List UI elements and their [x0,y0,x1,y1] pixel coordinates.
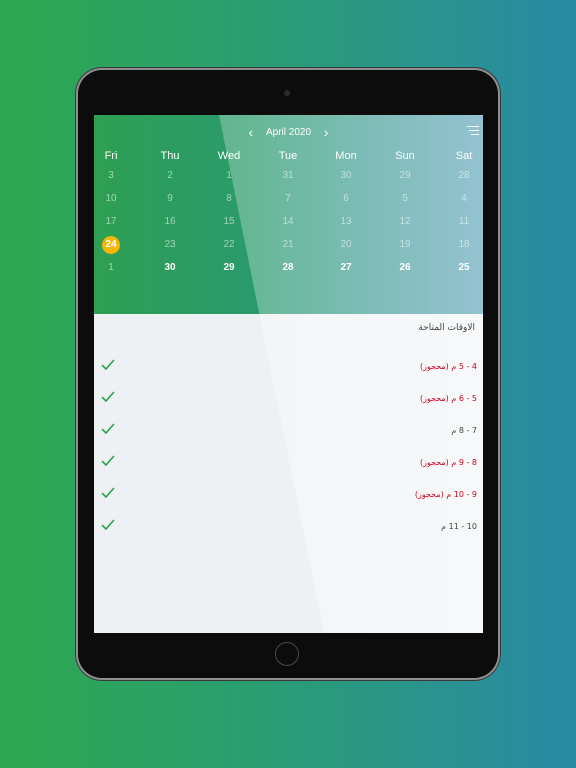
calendar-day[interactable]: 2 [150,167,190,185]
calendar-day[interactable]: 28 [444,167,483,185]
weekday-label: Fri [104,150,118,162]
calendar-day[interactable]: 20 [326,236,366,254]
time-slot-row[interactable]: 8 - 9 م (محجوز) [94,454,483,474]
calendar-day[interactable]: 11 [444,213,483,231]
checkmark-icon[interactable] [101,422,115,436]
calendar-day[interactable]: 14 [268,213,308,231]
time-slot-row[interactable]: 4 - 5 م (محجوز) [94,358,483,378]
calendar-day[interactable]: 5 [385,190,425,208]
checkmark-icon[interactable] [101,358,115,372]
time-slot-booked-label: 8 - 9 م (محجوز) [419,458,477,467]
today-badge: 24 [102,236,120,254]
weekday-label: Sun [395,150,415,162]
time-slot-row[interactable]: 9 - 10 م (محجوز) [94,486,483,506]
calendar-day[interactable]: 1 [209,167,249,185]
available-times-title: الاوقات المتاحة [418,323,475,333]
calendar-day[interactable]: 18 [444,236,483,254]
calendar-day-today[interactable]: 24 [94,236,131,254]
calendar-day[interactable]: 29 [209,259,249,277]
calendar-day[interactable]: 29 [385,167,425,185]
calendar-day[interactable]: 31 [268,167,308,185]
calendar-day[interactable]: 19 [385,236,425,254]
calendar-day[interactable]: 10 [94,190,131,208]
weekday-label: Sat [455,150,473,162]
checkmark-icon[interactable] [101,454,115,468]
camera [284,90,290,96]
calendar-day[interactable]: 21 [268,236,308,254]
calendar-day[interactable]: 8 [209,190,249,208]
app-screen: ‹ April 2020 › Fri Thu Wed Tue Mon Sun Sat 321… [94,115,483,633]
menu-icon[interactable] [467,126,479,136]
time-slot-label: 10 - 11 م [441,522,477,531]
weekday-label: Mon [335,150,357,162]
calendar-day[interactable]: 23 [150,236,190,254]
time-slot-row[interactable]: 7 - 8 م [94,422,483,442]
calendar-day[interactable]: 12 [385,213,425,231]
time-slot-booked-label: 9 - 10 م (محجوز) [414,490,477,499]
calendar-day[interactable]: 16 [150,213,190,231]
calendar-day[interactable]: 1 [94,259,131,277]
calendar-day[interactable]: 15 [209,213,249,231]
calendar-header: ‹ April 2020 › Fri Thu Wed Tue Mon Sun Sat 321… [94,115,483,314]
time-slot-booked-label: 4 - 5 م (محجوز) [419,362,477,371]
time-slot-row[interactable]: 10 - 11 م [94,518,483,538]
calendar-day[interactable]: 9 [150,190,190,208]
time-slot-label: 7 - 8 م [451,426,477,435]
month-navigation: ‹ April 2020 › [94,124,483,140]
calendar-day[interactable]: 22 [209,236,249,254]
calendar-day[interactable]: 4 [444,190,483,208]
calendar-day[interactable]: 7 [268,190,308,208]
weekday-label: Tue [278,150,298,162]
calendar-day[interactable]: 30 [150,259,190,277]
calendar-day[interactable]: 17 [94,213,131,231]
time-slot-booked-label: 5 - 6 م (محجوز) [419,394,477,403]
calendar-day[interactable]: 25 [444,259,483,277]
chevron-right-icon[interactable]: › [324,124,329,140]
weekday-label: Thu [160,150,180,162]
time-slot-row[interactable]: 5 - 6 م (محجوز) [94,390,483,410]
chevron-left-icon[interactable]: ‹ [249,124,254,140]
calendar-day[interactable]: 30 [326,167,366,185]
calendar-day[interactable]: 27 [326,259,366,277]
checkmark-icon[interactable] [101,390,115,404]
month-label: April 2020 [265,126,312,138]
calendar-day[interactable]: 3 [94,167,131,185]
checkmark-icon[interactable] [101,518,115,532]
checkmark-icon[interactable] [101,486,115,500]
calendar-day[interactable]: 28 [268,259,308,277]
calendar-day[interactable]: 13 [326,213,366,231]
tablet-frame: ‹ April 2020 › Fri Thu Wed Tue Mon Sun Sat 321… [78,70,498,678]
calendar-day[interactable]: 26 [385,259,425,277]
calendar-day[interactable]: 6 [326,190,366,208]
home-button[interactable] [275,642,299,666]
weekday-label: Wed [217,150,241,162]
